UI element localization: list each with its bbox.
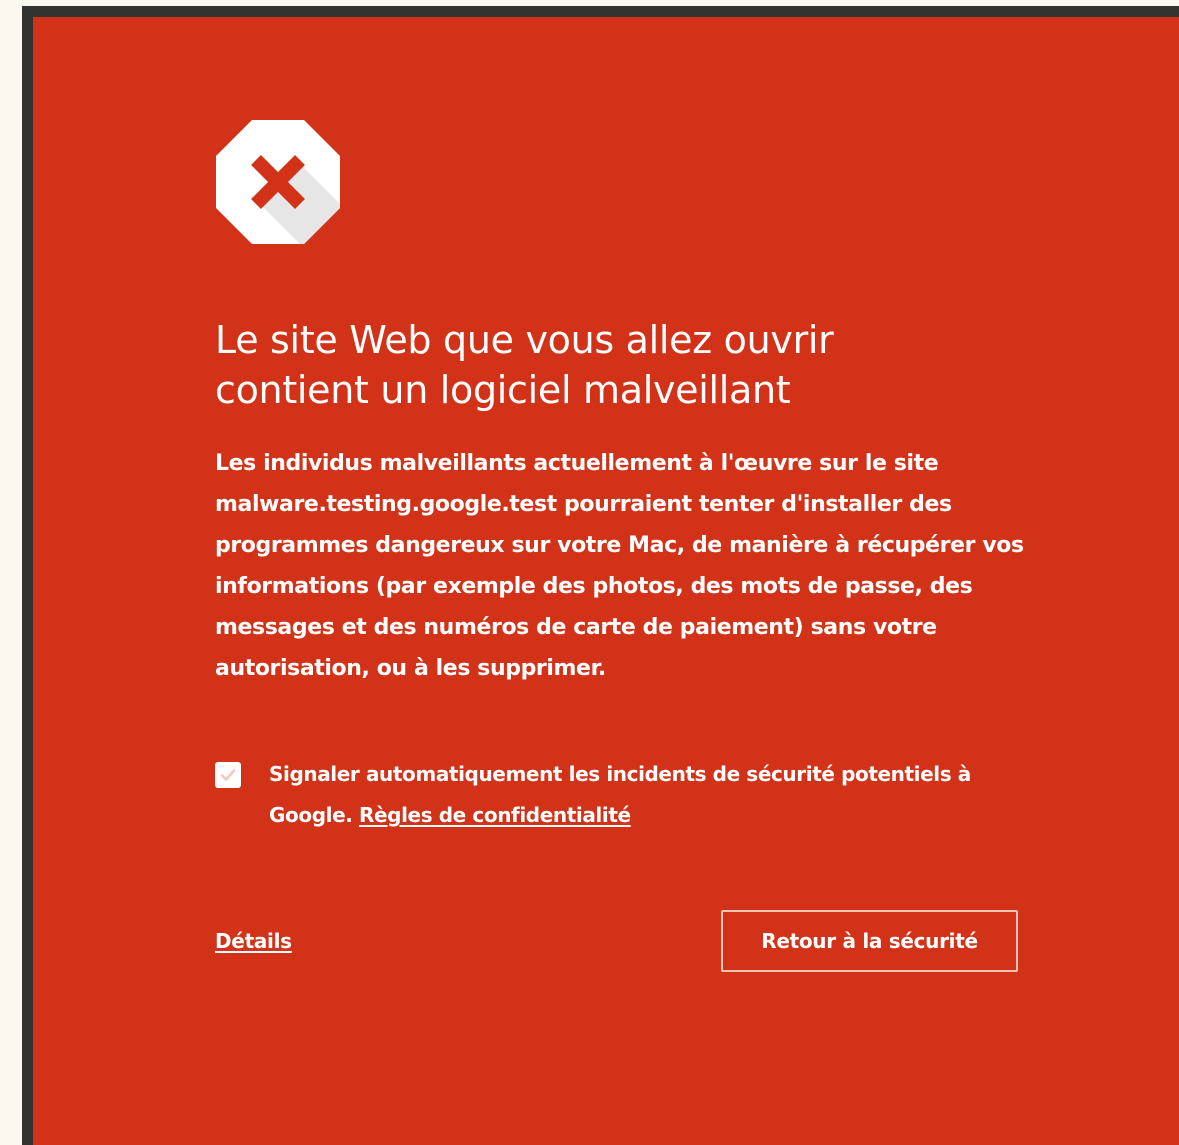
title-line-1: Le site Web que vous allez ouvrir	[215, 318, 834, 362]
back-to-safety-button[interactable]: Retour à la sécurité	[721, 910, 1018, 972]
malware-site-name: malware.testing.google.test	[215, 492, 557, 517]
message-rest: pourraient tenter d'installer des progra…	[215, 492, 1024, 681]
stop-sign-x-icon	[216, 120, 340, 244]
report-checkbox[interactable]	[215, 762, 241, 788]
page-title: Le site Web que vous allez ouvrir contien…	[215, 315, 1035, 415]
interstitial-panel: Le site Web que vous allez ouvrir contien…	[33, 17, 1179, 1145]
title-line-2: contient un logiciel malveillant	[215, 368, 791, 412]
warning-message: Les individus malveillants actuellement …	[215, 443, 1045, 689]
checkmark-icon	[220, 769, 236, 781]
details-link[interactable]: Détails	[215, 929, 292, 953]
report-checkbox-label: Signaler automatiquement les incidents d…	[269, 754, 1029, 836]
message-intro: Les individus malveillants actuellement …	[215, 451, 939, 476]
privacy-policy-link[interactable]: Règles de confidentialité	[359, 803, 631, 827]
